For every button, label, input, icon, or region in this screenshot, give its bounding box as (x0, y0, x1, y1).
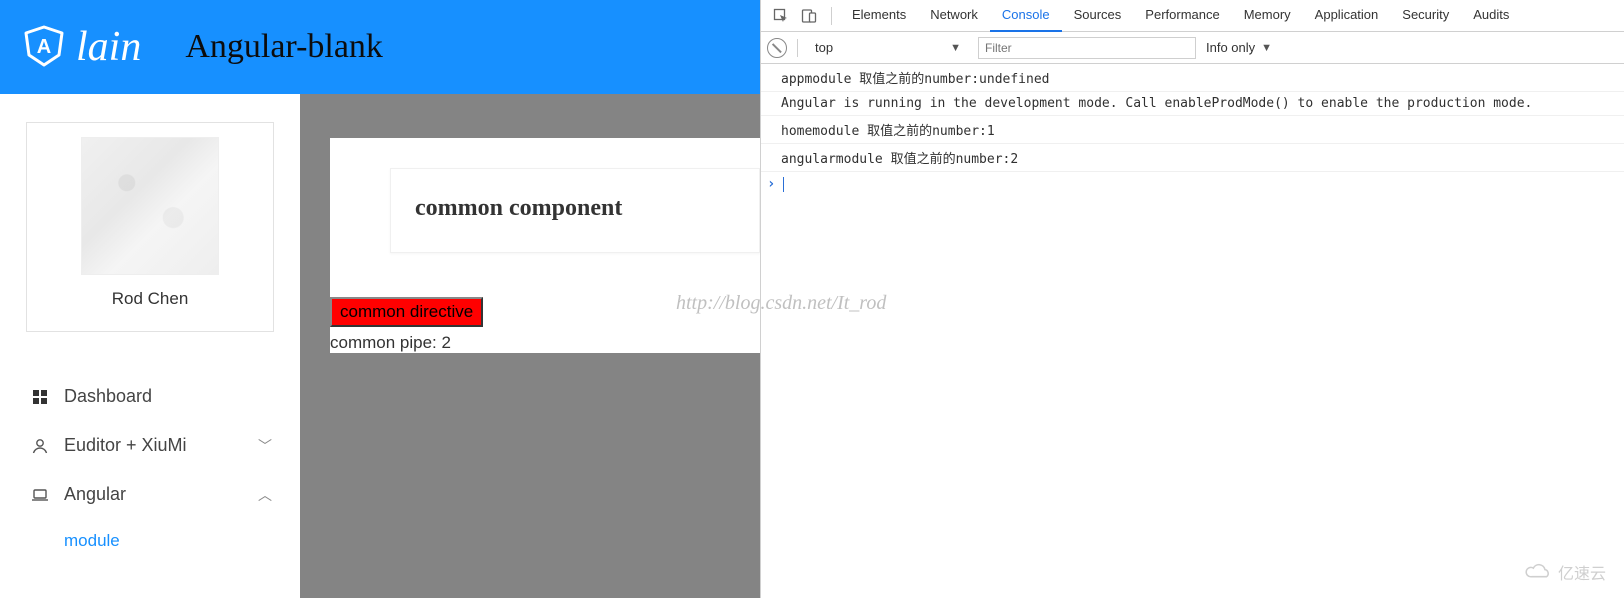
common-directive-badge: common directive (330, 297, 483, 327)
app-body: Rod Chen Dashboard Euditor + XiuMi ﹀ (0, 94, 760, 598)
content-area: common component common directive common… (300, 94, 760, 598)
sidebar-subitem-module[interactable]: module (0, 519, 300, 563)
sidebar-item-dashboard[interactable]: Dashboard (0, 372, 300, 421)
sidebar-item-angular[interactable]: Angular ︿ (0, 470, 300, 519)
chevron-up-icon: ︿ (258, 485, 272, 505)
inspect-element-icon[interactable] (767, 2, 795, 30)
tab-audits[interactable]: Audits (1461, 0, 1521, 32)
clear-console-icon[interactable] (767, 38, 787, 58)
toggle-device-icon[interactable] (795, 2, 823, 30)
sidebar-item-label: Angular (64, 484, 258, 505)
page-title: Angular-blank (185, 28, 383, 66)
card-inner: common component (390, 168, 760, 253)
sidebar-nav: Dashboard Euditor + XiuMi ﹀ Angular ︿ (0, 372, 300, 563)
console-log-line[interactable]: homemodule 取值之前的number:1 (761, 116, 1624, 144)
console-filter-input[interactable] (978, 37, 1196, 59)
laptop-icon (28, 486, 52, 504)
prompt-caret-icon: › (767, 176, 775, 192)
provider-badge-text: 亿速云 (1558, 560, 1606, 584)
console-log-line[interactable]: Angular is running in the development mo… (761, 92, 1624, 116)
sidebar: Rod Chen Dashboard Euditor + XiuMi ﹀ (0, 94, 300, 598)
grid-icon (28, 390, 52, 404)
tab-security[interactable]: Security (1390, 0, 1461, 32)
tab-elements[interactable]: Elements (840, 0, 918, 32)
svg-text:A: A (37, 36, 51, 58)
devtools-panel: Elements Network Console Sources Perform… (760, 0, 1624, 598)
profile-name: Rod Chen (27, 289, 273, 309)
devtools-tabbar: Elements Network Console Sources Perform… (761, 0, 1624, 32)
separator (831, 7, 832, 25)
chevron-down-icon: ﹀ (258, 436, 272, 456)
context-select[interactable]: top ▼ (808, 37, 968, 59)
logo-text: lain (76, 23, 141, 71)
app-root: A lain Angular-blank Rod Chen Dashboard (0, 0, 760, 598)
chevron-down-icon: ▼ (1261, 42, 1272, 54)
provider-badge: 亿速云 (1524, 560, 1606, 584)
cloud-icon (1524, 562, 1552, 582)
chevron-down-icon: ▼ (950, 42, 961, 54)
console-log-line[interactable]: appmodule 取值之前的number:undefined (761, 64, 1624, 92)
shield-a-icon: A (22, 24, 66, 71)
text-cursor (783, 177, 784, 192)
profile-card: Rod Chen (26, 122, 274, 332)
context-value: top (815, 40, 833, 55)
tab-application[interactable]: Application (1303, 0, 1391, 32)
sidebar-subitem-label: module (64, 531, 120, 550)
separator (797, 39, 798, 57)
logo[interactable]: A lain (22, 23, 141, 71)
tab-memory[interactable]: Memory (1232, 0, 1303, 32)
tab-performance[interactable]: Performance (1133, 0, 1231, 32)
sidebar-item-euditor[interactable]: Euditor + XiuMi ﹀ (0, 421, 300, 470)
tab-network[interactable]: Network (918, 0, 990, 32)
sidebar-item-label: Euditor + XiuMi (64, 435, 258, 456)
console-output: appmodule 取值之前的number:undefined Angular … (761, 64, 1624, 196)
avatar (81, 137, 219, 275)
tab-sources[interactable]: Sources (1062, 0, 1134, 32)
sidebar-item-label: Dashboard (64, 386, 272, 407)
tab-console[interactable]: Console (990, 0, 1062, 32)
content-card: common component common directive common… (330, 138, 760, 353)
log-level-value: Info only (1206, 40, 1255, 55)
log-level-select[interactable]: Info only ▼ (1206, 40, 1272, 55)
console-toolbar: top ▼ Info only ▼ (761, 32, 1624, 64)
console-log-line[interactable]: angularmodule 取值之前的number:2 (761, 144, 1624, 172)
app-header: A lain Angular-blank (0, 0, 760, 94)
console-prompt[interactable]: › (761, 172, 1624, 196)
common-pipe-text: common pipe: 2 (330, 333, 760, 353)
user-icon (28, 437, 52, 455)
card-title: common component (415, 195, 715, 222)
